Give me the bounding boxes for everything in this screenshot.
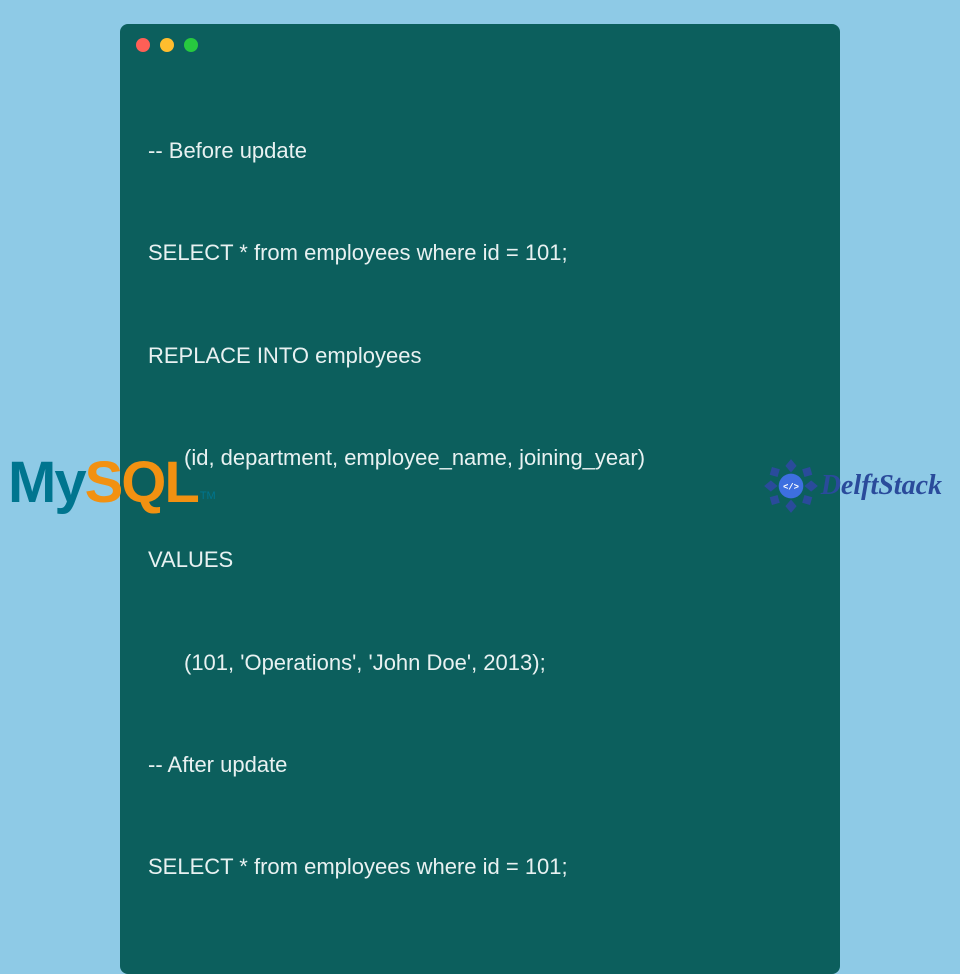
code-line: (101, 'Operations', 'John Doe', 2013); <box>148 646 812 680</box>
code-line: -- Before update <box>148 134 812 168</box>
code-line: (id, department, employee_name, joining_… <box>148 441 812 475</box>
code-line: VALUES <box>148 543 812 577</box>
close-icon <box>136 38 150 52</box>
mysql-logo-tm: TM <box>200 490 216 516</box>
code-line: REPLACE INTO employees <box>148 339 812 373</box>
code-line: SELECT * from employees where id = 101; <box>148 236 812 270</box>
code-block: -- Before update SELECT * from employees… <box>120 60 840 956</box>
mysql-logo-my: My <box>8 449 85 516</box>
code-line: SELECT * from employees where id = 101; <box>148 850 812 884</box>
code-line: -- After update <box>148 748 812 782</box>
code-window: -- Before update SELECT * from employees… <box>120 24 840 974</box>
delftstack-logo: </> DelftStack <box>763 458 942 514</box>
svg-text:</>: </> <box>783 482 799 492</box>
minimize-icon <box>160 38 174 52</box>
maximize-icon <box>184 38 198 52</box>
mysql-logo-sql: SQL <box>85 449 198 516</box>
window-titlebar <box>120 24 840 60</box>
delftstack-emblem-icon: </> <box>763 458 819 514</box>
mysql-logo: My SQL TM <box>8 449 216 516</box>
delftstack-logo-text: DelftStack <box>821 470 942 502</box>
